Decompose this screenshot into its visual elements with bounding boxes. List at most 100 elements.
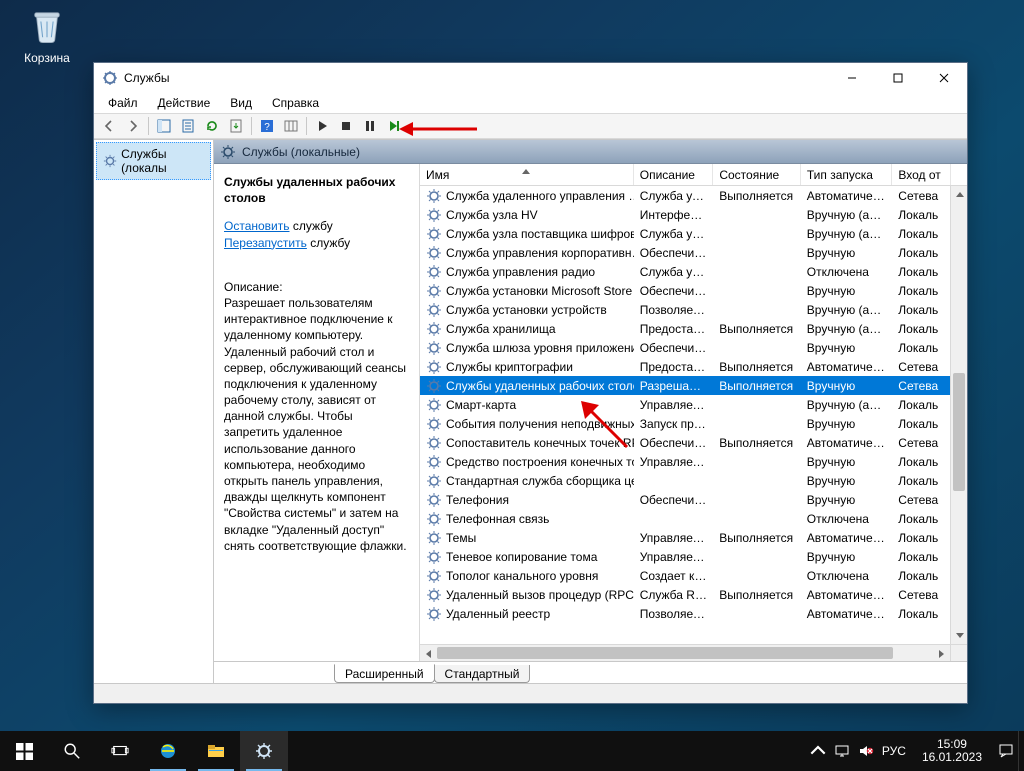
service-row[interactable]: Служба управления радиоСлужба уп…Отключе…: [420, 262, 950, 281]
cell-name: Служба управления радио: [420, 264, 634, 280]
tray-clock[interactable]: 15:09 16.01.2023: [914, 738, 990, 764]
cell-name: Служба установки устройств: [420, 302, 634, 318]
scroll-thumb[interactable]: [953, 373, 965, 492]
scroll-thumb[interactable]: [437, 647, 893, 659]
cell-description: Управляет…: [634, 398, 714, 412]
show-desktop-button[interactable]: [1018, 731, 1024, 771]
column-headers[interactable]: Имя Описание Состояние Тип запуска Вход …: [420, 164, 967, 186]
taskbar-explorer[interactable]: [192, 731, 240, 771]
cell-startup: Отключена: [801, 569, 893, 583]
cell-description: Служба уд…: [634, 189, 714, 203]
vertical-scrollbar[interactable]: [950, 186, 967, 644]
service-row[interactable]: Службы удаленных рабочих столовРазрешает…: [420, 376, 950, 395]
menu-action[interactable]: Действие: [150, 94, 219, 112]
cell-name: Служба удаленного управления …: [420, 188, 634, 204]
scroll-down-icon[interactable]: [951, 627, 967, 644]
col-name[interactable]: Имя: [420, 164, 634, 185]
service-row[interactable]: ТемыУправляет…ВыполняетсяАвтоматиче…Лока…: [420, 528, 950, 547]
toolbar-properties[interactable]: [177, 115, 199, 137]
service-row[interactable]: Служба хранилищаПредостав…ВыполняетсяВру…: [420, 319, 950, 338]
service-row[interactable]: Удаленный вызов процедур (RPC)Служба R…В…: [420, 585, 950, 604]
pane-header: Службы (локальные): [214, 140, 967, 164]
service-row[interactable]: Сопоставитель конечных точек RPCОбеспечи…: [420, 433, 950, 452]
toolbar-back[interactable]: [98, 115, 120, 137]
cell-startup: Автоматиче…: [801, 531, 893, 545]
toolbar-forward[interactable]: [122, 115, 144, 137]
service-row[interactable]: Телефонная связьОтключенаЛокаль: [420, 509, 950, 528]
task-view-button[interactable]: [96, 731, 144, 771]
system-tray[interactable]: РУС 15:09 16.01.2023: [806, 738, 1018, 764]
cell-description: Служба уп…: [634, 265, 714, 279]
cell-name: Телефонная связь: [420, 511, 634, 527]
console-tree-pane[interactable]: Службы (локалы: [94, 140, 214, 683]
toolbar-export[interactable]: [225, 115, 247, 137]
toolbar-show-hide-tree[interactable]: [153, 115, 175, 137]
col-startup[interactable]: Тип запуска: [801, 164, 893, 185]
toolbar-pause-service[interactable]: [359, 115, 381, 137]
toolbar-start-service[interactable]: [311, 115, 333, 137]
service-row[interactable]: Служба узла HVИнтерфей…Вручную (ак…Локал…: [420, 205, 950, 224]
horizontal-scrollbar[interactable]: [420, 644, 950, 661]
volume-muted-icon[interactable]: [858, 743, 874, 759]
toolbar-separator: [148, 117, 149, 135]
toolbar-refresh[interactable]: [201, 115, 223, 137]
menu-view[interactable]: Вид: [222, 94, 260, 112]
close-button[interactable]: [921, 63, 967, 93]
toolbar-help[interactable]: ?: [256, 115, 278, 137]
service-row[interactable]: События получения неподвижных…Запуск пр……: [420, 414, 950, 433]
col-state[interactable]: Состояние: [713, 164, 801, 185]
taskbar[interactable]: РУС 15:09 16.01.2023: [0, 731, 1024, 771]
stop-service-link[interactable]: Остановить: [224, 219, 290, 233]
tab-extended[interactable]: Расширенный: [334, 664, 435, 683]
tree-item-services-local[interactable]: Службы (локалы: [96, 142, 211, 180]
titlebar[interactable]: Службы: [94, 63, 967, 93]
service-row[interactable]: Служба удаленного управления …Служба уд……: [420, 186, 950, 205]
scroll-up-icon[interactable]: [951, 186, 967, 203]
action-center-icon[interactable]: [998, 743, 1014, 759]
service-row[interactable]: Средство построения конечных то…Управляе…: [420, 452, 950, 471]
scroll-left-icon[interactable]: [420, 645, 437, 661]
services-rows-viewport[interactable]: Служба удаленного управления …Служба уд……: [420, 186, 967, 661]
service-row[interactable]: Служба шлюза уровня приложенияОбеспечи…В…: [420, 338, 950, 357]
toolbar-columns[interactable]: [280, 115, 302, 137]
service-row[interactable]: Службы криптографииПредостав…Выполняется…: [420, 357, 950, 376]
service-row[interactable]: Служба управления корпоративн…Обеспечи…В…: [420, 243, 950, 262]
toolbar-stop-service[interactable]: [335, 115, 357, 137]
service-row[interactable]: Служба установки устройствПозволяет…Вруч…: [420, 300, 950, 319]
service-row[interactable]: Теневое копирование томаУправляет…Вручну…: [420, 547, 950, 566]
scroll-right-icon[interactable]: [933, 645, 950, 661]
tray-overflow-icon[interactable]: [810, 743, 826, 759]
menu-help[interactable]: Справка: [264, 94, 327, 112]
col-logon[interactable]: Вход от: [892, 164, 950, 185]
taskbar-ie[interactable]: [144, 731, 192, 771]
service-row[interactable]: Служба узла поставщика шифров…Служба уз……: [420, 224, 950, 243]
start-button[interactable]: [0, 731, 48, 771]
service-row[interactable]: Стандартная служба сборщика це…ВручнуюЛо…: [420, 471, 950, 490]
tray-date: 16.01.2023: [922, 751, 982, 764]
cell-logon: Локаль: [892, 550, 950, 564]
menu-file[interactable]: Файл: [100, 94, 146, 112]
restart-service-link[interactable]: Перезапустить: [224, 236, 307, 250]
cell-startup: Вручную: [801, 341, 893, 355]
sort-asc-icon: [522, 164, 530, 177]
network-icon[interactable]: [834, 743, 850, 759]
recycle-bin[interactable]: Корзина: [12, 4, 82, 65]
cell-logon: Локаль: [892, 303, 950, 317]
service-row[interactable]: Смарт-картаУправляет…Вручную (ак…Локаль: [420, 395, 950, 414]
minimize-button[interactable]: [829, 63, 875, 93]
maximize-button[interactable]: [875, 63, 921, 93]
taskbar-search[interactable]: [48, 731, 96, 771]
col-description[interactable]: Описание: [634, 164, 714, 185]
tab-standard[interactable]: Стандартный: [434, 665, 531, 683]
cell-startup: Вручную: [801, 474, 893, 488]
toolbar-restart-service[interactable]: [383, 115, 405, 137]
cell-state: Выполняется: [713, 189, 801, 203]
taskbar-services[interactable]: [240, 731, 288, 771]
tray-language[interactable]: РУС: [882, 744, 906, 758]
service-row[interactable]: Тополог канального уровняСоздает ка…Откл…: [420, 566, 950, 585]
cell-logon: Сетева: [892, 360, 950, 374]
service-row[interactable]: Удаленный реестрПозволяет…Автоматиче…Лок…: [420, 604, 950, 623]
service-row[interactable]: ТелефонияОбеспечи…ВручнуюСетева: [420, 490, 950, 509]
file-explorer-icon: [206, 741, 226, 761]
service-row[interactable]: Служба установки Microsoft StoreОбеспечи…: [420, 281, 950, 300]
